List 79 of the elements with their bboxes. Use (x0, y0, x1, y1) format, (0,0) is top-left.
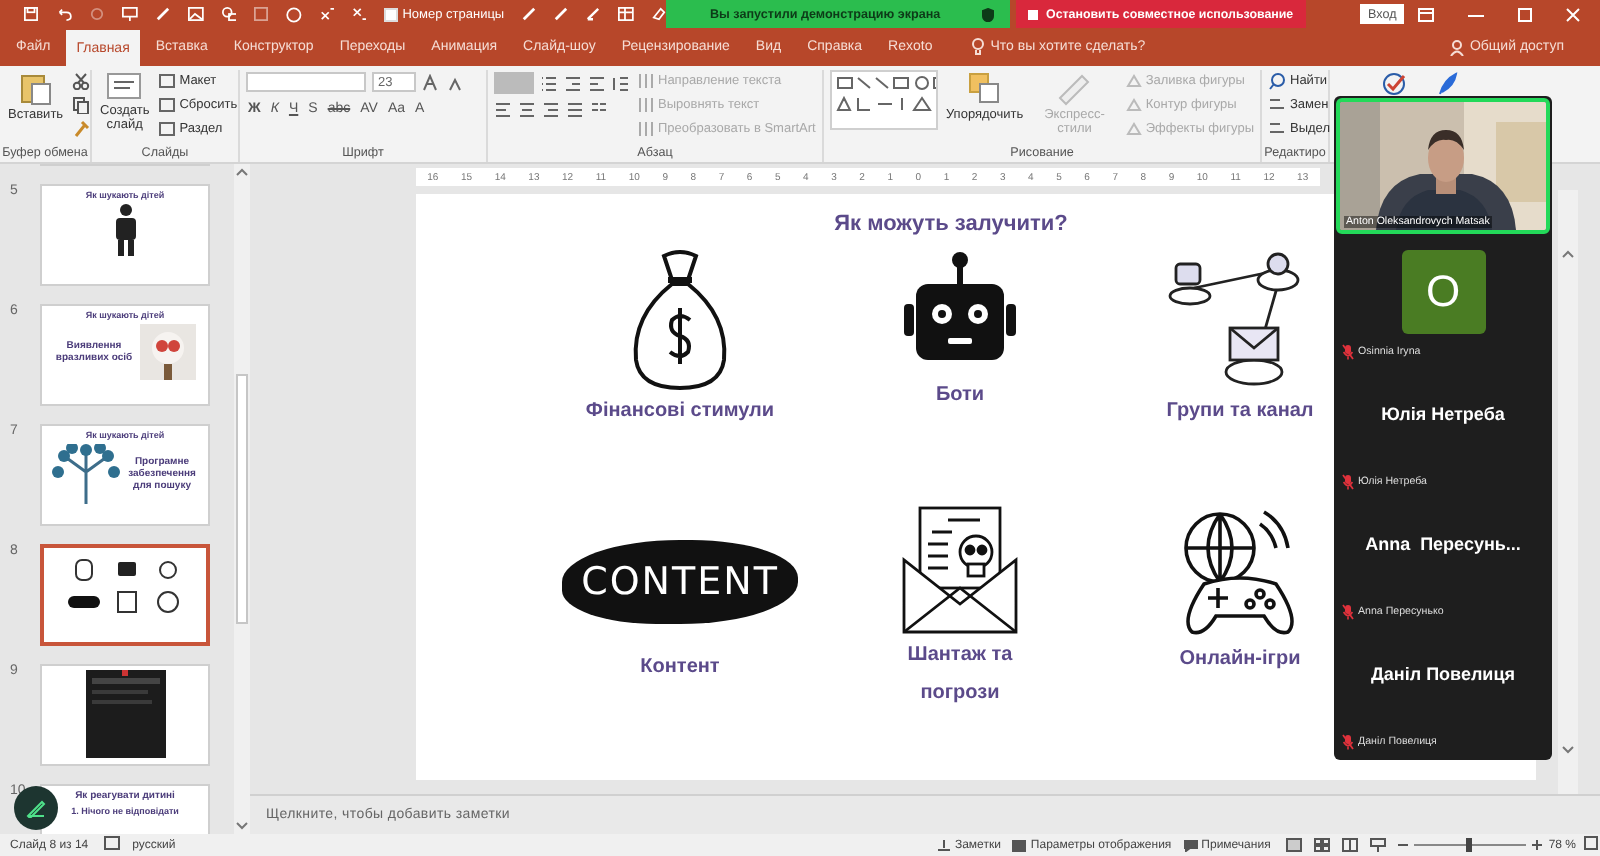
scrollbar[interactable] (1558, 190, 1578, 794)
slide-title: Як можуть залучити? (834, 212, 1068, 236)
content-sticker: CONTENT (562, 540, 798, 624)
scroll-thumb[interactable] (236, 374, 248, 624)
text-direction-icon (636, 72, 654, 90)
text-direction-icon (636, 96, 654, 114)
search-icon (1268, 72, 1286, 90)
slideshow-icon (1370, 838, 1387, 852)
text-direction-icon (636, 120, 654, 138)
participant-display-name: Anna Пересунь... (1365, 534, 1521, 554)
subscript-icon (352, 6, 367, 22)
superscript-icon (320, 6, 335, 22)
pen-icon (522, 6, 537, 22)
scroll-up-icon (236, 168, 248, 176)
slide-thumbnail[interactable] (40, 544, 210, 646)
lightbulb-icon (972, 38, 985, 56)
stop-icon (1028, 9, 1038, 19)
numbering-icon (540, 73, 558, 91)
table-icon (618, 6, 634, 22)
shapes-icon (221, 6, 237, 22)
align-left-icon (494, 99, 512, 117)
line-spacing-icon (612, 73, 630, 91)
pen-icon (155, 6, 170, 22)
slide-caption: Контент (640, 654, 720, 682)
columns-icon (590, 99, 608, 117)
replace-icon (1268, 96, 1286, 114)
shrink-font-icon (446, 73, 464, 91)
person-silhouette-icon (113, 204, 137, 256)
close-icon (1566, 7, 1580, 21)
align-right-icon (542, 99, 560, 117)
slide-caption: Групи та канал (1166, 398, 1314, 426)
participant-display-name: Даніл Повелиця (1371, 664, 1515, 684)
shield-icon (982, 7, 994, 21)
person-icon (1449, 39, 1464, 55)
shapes-gallery[interactable] (830, 70, 938, 130)
pen-icon (554, 6, 569, 22)
checkmark-icon (1382, 72, 1406, 96)
grow-font-icon (422, 73, 440, 91)
envelope-skull-icon (900, 504, 1020, 636)
maximize-icon (1518, 7, 1532, 21)
picture-icon (187, 6, 204, 22)
annotate-button[interactable] (14, 786, 58, 830)
pen-icon (26, 798, 46, 818)
slide-caption: Онлайн-ігри (1179, 646, 1301, 674)
scrollbar[interactable] (234, 164, 250, 834)
scroll-down-icon (236, 822, 248, 830)
comment-icon (1183, 839, 1198, 851)
save-icon (24, 6, 38, 22)
decrease-indent-icon (564, 73, 582, 91)
notes-icon (938, 839, 951, 851)
display-icon (1012, 839, 1027, 851)
presentation-icon (121, 6, 138, 22)
increase-indent-icon (588, 73, 606, 91)
network-tree-icon (52, 444, 120, 504)
scroll-up-icon (1562, 250, 1574, 258)
textbox-icon (254, 6, 269, 22)
font-name-field[interactable] (246, 72, 366, 92)
sorter-view-icon (1314, 838, 1331, 852)
ribbon-display-icon (1418, 7, 1434, 21)
slide-caption: Боти (935, 382, 985, 410)
reading-view-icon (1342, 838, 1359, 852)
scroll-down-icon (1562, 746, 1574, 754)
avatar: O (1401, 250, 1485, 334)
justify-icon (566, 99, 584, 117)
select-icon (1268, 120, 1286, 138)
slide-caption: Фінансові стимули (585, 398, 775, 426)
align-center-icon (518, 99, 536, 117)
circle-icon (286, 5, 303, 23)
undo-icon (55, 6, 72, 22)
normal-view-icon (1286, 838, 1303, 852)
highlighter-icon (586, 6, 601, 22)
slide-caption: Шантаж та погрози (905, 642, 1015, 708)
feather-pen-icon (1438, 72, 1458, 96)
spellcheck-icon (104, 836, 121, 850)
page-number-checkbox[interactable] (384, 7, 399, 21)
fit-slide-icon (1584, 836, 1598, 850)
zoom-slider-thumb[interactable] (1465, 838, 1471, 852)
eraser-icon (651, 6, 666, 22)
participant-display-name: Юлія Нетреба (1381, 404, 1505, 424)
